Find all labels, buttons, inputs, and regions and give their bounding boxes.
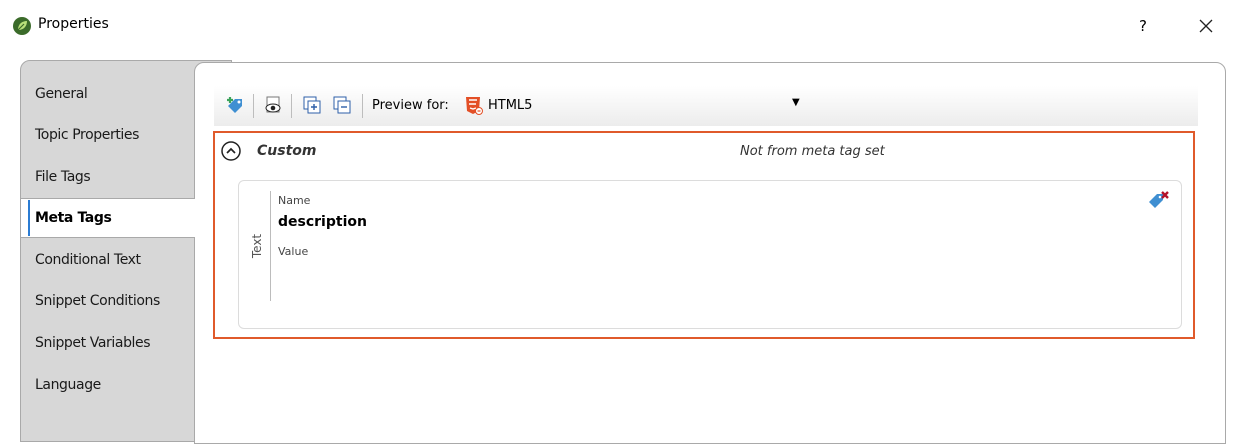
meta-tag-card — [238, 180, 1182, 329]
section-note: Not from meta tag set — [740, 144, 885, 159]
tab-label: Snippet Conditions — [35, 293, 160, 309]
title-bar: Properties ? — [0, 0, 1239, 52]
toolbar-separator — [253, 94, 254, 118]
toolbar-separator — [362, 94, 363, 118]
collapse-section-button[interactable] — [220, 140, 242, 162]
tab-meta-tags[interactable]: Meta Tags — [21, 198, 195, 238]
tab-topic-properties[interactable]: Topic Properties — [21, 116, 194, 154]
tab-label: File Tags — [35, 169, 91, 185]
preview-target-value: HTML5 — [488, 98, 533, 113]
add-meta-tag-icon — [227, 97, 242, 113]
dropdown-arrow-icon: ▼ — [792, 97, 800, 108]
type-label-text: Text — [250, 233, 264, 259]
tab-snippet-conditions[interactable]: Snippet Conditions — [21, 282, 194, 320]
close-button[interactable] — [1192, 12, 1220, 40]
tab-snippet-variables[interactable]: Snippet Variables — [21, 324, 194, 362]
tab-label: General — [35, 86, 88, 102]
preview-button[interactable] — [262, 94, 284, 116]
section-title: Custom — [257, 143, 317, 159]
tab-label: Meta Tags — [35, 210, 112, 226]
preview-icon — [265, 96, 281, 113]
collapse-all-button[interactable] — [331, 94, 353, 116]
name-value[interactable]: description — [278, 214, 367, 230]
leaf-icon — [13, 17, 31, 35]
name-label: Name — [278, 194, 311, 207]
window-title: Properties — [38, 16, 109, 32]
value-label: Value — [278, 245, 309, 258]
tab-conditional-text[interactable]: Conditional Text — [21, 241, 194, 279]
html5-icon — [466, 97, 483, 115]
preview-target-dropdown[interactable]: HTML5 ▼ — [459, 93, 809, 119]
tab-label: Conditional Text — [35, 252, 141, 268]
delete-tag-icon — [1149, 191, 1169, 208]
tab-label: Topic Properties — [35, 127, 140, 143]
chevron-up-circle-icon — [221, 141, 241, 161]
expand-all-button[interactable] — [301, 94, 323, 116]
toolbar-separator — [291, 94, 292, 118]
add-meta-tag-button[interactable] — [224, 94, 246, 116]
collapse-all-icon — [333, 96, 351, 114]
delete-meta-tag-button[interactable] — [1147, 190, 1171, 214]
card-divider — [270, 191, 271, 301]
tab-label: Snippet Variables — [35, 335, 151, 351]
tab-label: Language — [35, 377, 101, 393]
meta-tag-type-label: Text — [243, 231, 273, 261]
tab-language[interactable]: Language — [21, 366, 194, 404]
close-icon — [1199, 19, 1213, 33]
tab-general[interactable]: General — [21, 75, 194, 113]
preview-for-label: Preview for: — [372, 98, 449, 113]
tab-file-tags[interactable]: File Tags — [21, 158, 194, 196]
help-button[interactable]: ? — [1131, 13, 1155, 39]
expand-all-icon — [303, 96, 321, 114]
